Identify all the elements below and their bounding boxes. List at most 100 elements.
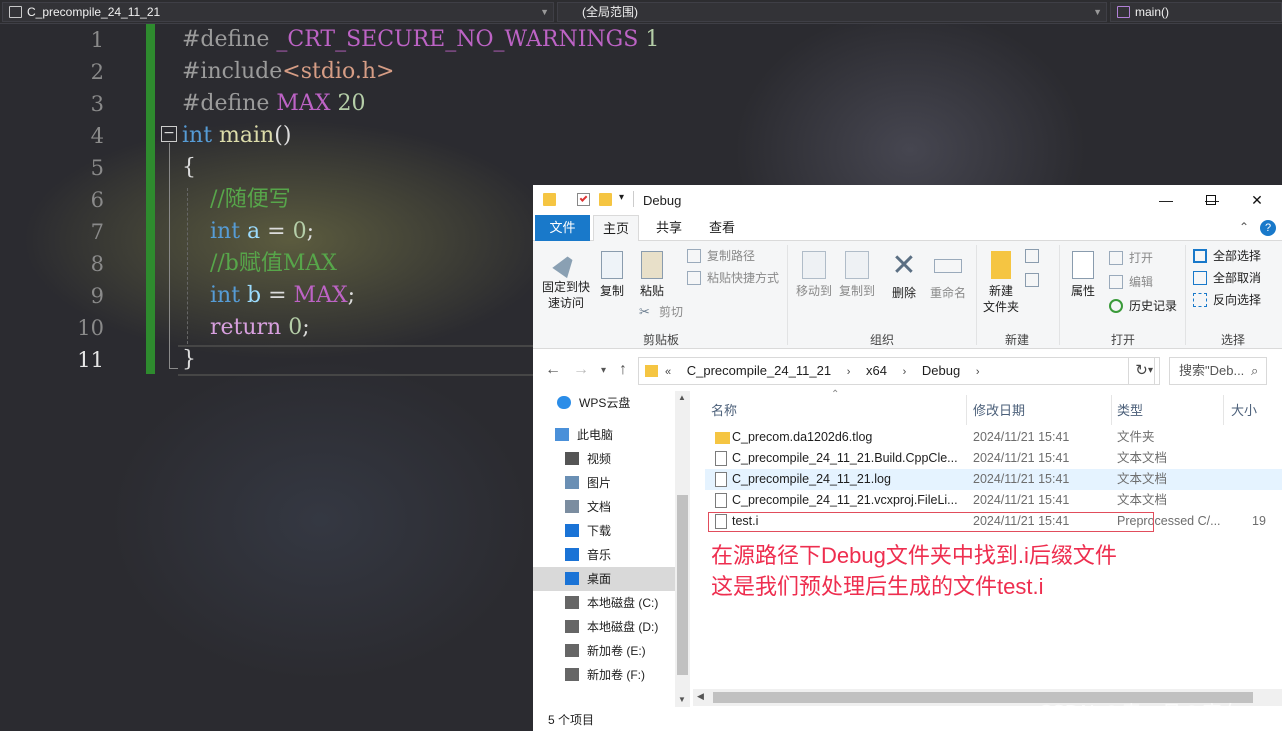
- nav-item[interactable]: 本地磁盘 (C:): [533, 591, 675, 615]
- copy-path-button[interactable]: 复制路径: [687, 247, 755, 265]
- file-row[interactable]: C_precompile_24_11_21.Build.CppCle... 202…: [705, 448, 1282, 469]
- invert-selection-button[interactable]: 反向选择: [1193, 291, 1261, 309]
- tab-home[interactable]: 主页: [593, 215, 639, 242]
- code-line[interactable]: #include<stdio.h>: [182, 56, 394, 88]
- breadcrumb-project[interactable]: C_precompile_24_11_21: [687, 363, 831, 378]
- code-token: //b赋值MAX: [209, 251, 337, 276]
- nav-item[interactable]: 新加卷 (F:): [533, 663, 675, 687]
- nav-item[interactable]: WPS云盘: [533, 391, 675, 415]
- file-row[interactable]: C_precompile_24_11_21.vcxproj.FileLi... 2…: [705, 490, 1282, 511]
- file-name: C_precom.da1202d6.tlog: [732, 430, 873, 444]
- collapse-toggle[interactable]: −: [161, 126, 177, 142]
- new-folder-icon[interactable]: [599, 193, 612, 206]
- quick-access-dropdown-icon[interactable]: ▾: [619, 192, 624, 203]
- edit-button[interactable]: 编辑: [1109, 273, 1153, 291]
- tab-view[interactable]: 查看: [698, 215, 746, 241]
- nav-item[interactable]: 图片: [533, 471, 675, 495]
- properties-icon[interactable]: [577, 193, 590, 206]
- breadcrumb-x64[interactable]: x64: [866, 363, 887, 378]
- column-separator[interactable]: [1111, 395, 1112, 425]
- nav-item[interactable]: 本地磁盘 (D:): [533, 615, 675, 639]
- refresh-icon[interactable]: ↻: [1128, 357, 1155, 385]
- recent-locations-icon[interactable]: ▾: [601, 365, 606, 376]
- up-arrow-icon[interactable]: ↑: [619, 361, 627, 379]
- tab-share[interactable]: 共享: [645, 215, 693, 241]
- history-button[interactable]: 历史记录: [1109, 297, 1177, 315]
- code-line[interactable]: return 0;: [182, 312, 310, 344]
- nav-item[interactable]: 桌面: [533, 567, 675, 591]
- nav-item-label: 图片: [587, 476, 612, 490]
- select-none-button[interactable]: 全部取消: [1193, 269, 1261, 287]
- pin-quick-access-button[interactable]: 固定到快 速访问: [539, 249, 593, 311]
- search-icon[interactable]: ⌕: [1251, 363, 1258, 379]
- delete-button[interactable]: ✕ 删除: [887, 251, 921, 301]
- maximize-button[interactable]: [1188, 185, 1234, 215]
- chevron-down-icon: ▼: [540, 7, 549, 17]
- scrollbar-thumb[interactable]: [677, 495, 688, 675]
- group-label-new: 新建: [1004, 333, 1029, 347]
- code-token: {: [182, 155, 196, 180]
- nav-item[interactable]: 文档: [533, 495, 675, 519]
- address-overflow[interactable]: «: [665, 366, 671, 378]
- scope-dropdown[interactable]: (全局范围) ▼: [557, 2, 1107, 22]
- select-all-button[interactable]: 全部选择: [1193, 247, 1261, 265]
- new-folder-button[interactable]: 新建 文件夹: [979, 251, 1023, 315]
- code-line[interactable]: //随便写: [182, 184, 291, 216]
- nav-item[interactable]: 视频: [533, 447, 675, 471]
- code-line[interactable]: int b = MAX;: [182, 280, 355, 312]
- column-name[interactable]: 名称: [711, 400, 737, 419]
- new-item-icon[interactable]: [1025, 249, 1039, 263]
- project-dropdown[interactable]: C_precompile_24_11_21 ▼: [2, 2, 554, 22]
- file-type: 文本文档: [1117, 451, 1168, 465]
- scroll-up-icon[interactable]: ▲: [678, 393, 686, 402]
- minimize-button-visible[interactable]: —: [1143, 185, 1189, 215]
- file-icon: [715, 451, 727, 466]
- copy-to-button[interactable]: 复制到: [835, 251, 879, 299]
- rename-button[interactable]: 重命名: [926, 251, 970, 301]
- properties-button[interactable]: 属性: [1065, 251, 1101, 299]
- code-line[interactable]: #define _CRT_SECURE_NO_WARNINGS 1: [182, 24, 659, 56]
- nav-item[interactable]: 新加卷 (E:): [533, 639, 675, 663]
- collapse-ribbon-icon[interactable]: ⌃: [1239, 220, 1249, 234]
- tab-file[interactable]: 文件: [535, 215, 590, 241]
- scroll-left-icon[interactable]: ◀: [697, 691, 704, 702]
- file-row[interactable]: C_precom.da1202d6.tlog 2024/11/21 15:41 文件…: [705, 427, 1282, 448]
- breadcrumb-debug[interactable]: Debug: [922, 363, 960, 378]
- code-line[interactable]: }: [182, 344, 196, 376]
- column-date[interactable]: 修改日期: [973, 400, 1025, 419]
- code-line[interactable]: {: [182, 152, 196, 184]
- move-to-icon: [802, 251, 826, 279]
- open-button[interactable]: 打开: [1109, 249, 1153, 267]
- cut-button[interactable]: ✂ 剪切: [639, 303, 683, 321]
- code-token: MAX: [293, 283, 348, 308]
- column-type[interactable]: 类型: [1117, 400, 1143, 419]
- nav-item[interactable]: 此电脑: [533, 423, 675, 447]
- scroll-down-icon[interactable]: ▼: [678, 695, 686, 704]
- column-separator[interactable]: [1223, 395, 1224, 425]
- easy-access-icon[interactable]: [1025, 273, 1039, 287]
- code-line[interactable]: int main(): [182, 120, 291, 152]
- code-line[interactable]: int a = 0;: [182, 216, 314, 248]
- nav-item[interactable]: 下载: [533, 519, 675, 543]
- paste-button[interactable]: 粘贴: [635, 251, 669, 299]
- copy-button[interactable]: 复制: [595, 251, 629, 299]
- sort-ascending-icon: ⌃: [831, 389, 840, 400]
- file-row[interactable]: C_precompile_24_11_21.log 2024/11/21 15:4…: [705, 469, 1282, 490]
- address-bar[interactable]: « C_precompile_24_11_21 › x64 › Debug › …: [638, 357, 1160, 385]
- function-dropdown[interactable]: main(): [1110, 2, 1282, 22]
- column-separator[interactable]: [966, 395, 967, 425]
- nav-item[interactable]: 音乐: [533, 543, 675, 567]
- code-line[interactable]: //b赋值MAX: [182, 248, 337, 280]
- forward-arrow-icon[interactable]: →: [573, 361, 589, 379]
- navigation-scrollbar[interactable]: ▲ ▼: [675, 391, 690, 707]
- back-arrow-icon[interactable]: ←: [545, 361, 561, 379]
- close-button[interactable]: ✕: [1234, 185, 1280, 215]
- code-line[interactable]: #define MAX 20: [182, 88, 365, 120]
- paste-shortcut-button[interactable]: 粘贴快捷方式: [687, 269, 779, 287]
- column-size[interactable]: 大小: [1231, 400, 1257, 419]
- help-icon[interactable]: ?: [1260, 220, 1276, 236]
- move-to-button[interactable]: 移动到: [792, 251, 836, 299]
